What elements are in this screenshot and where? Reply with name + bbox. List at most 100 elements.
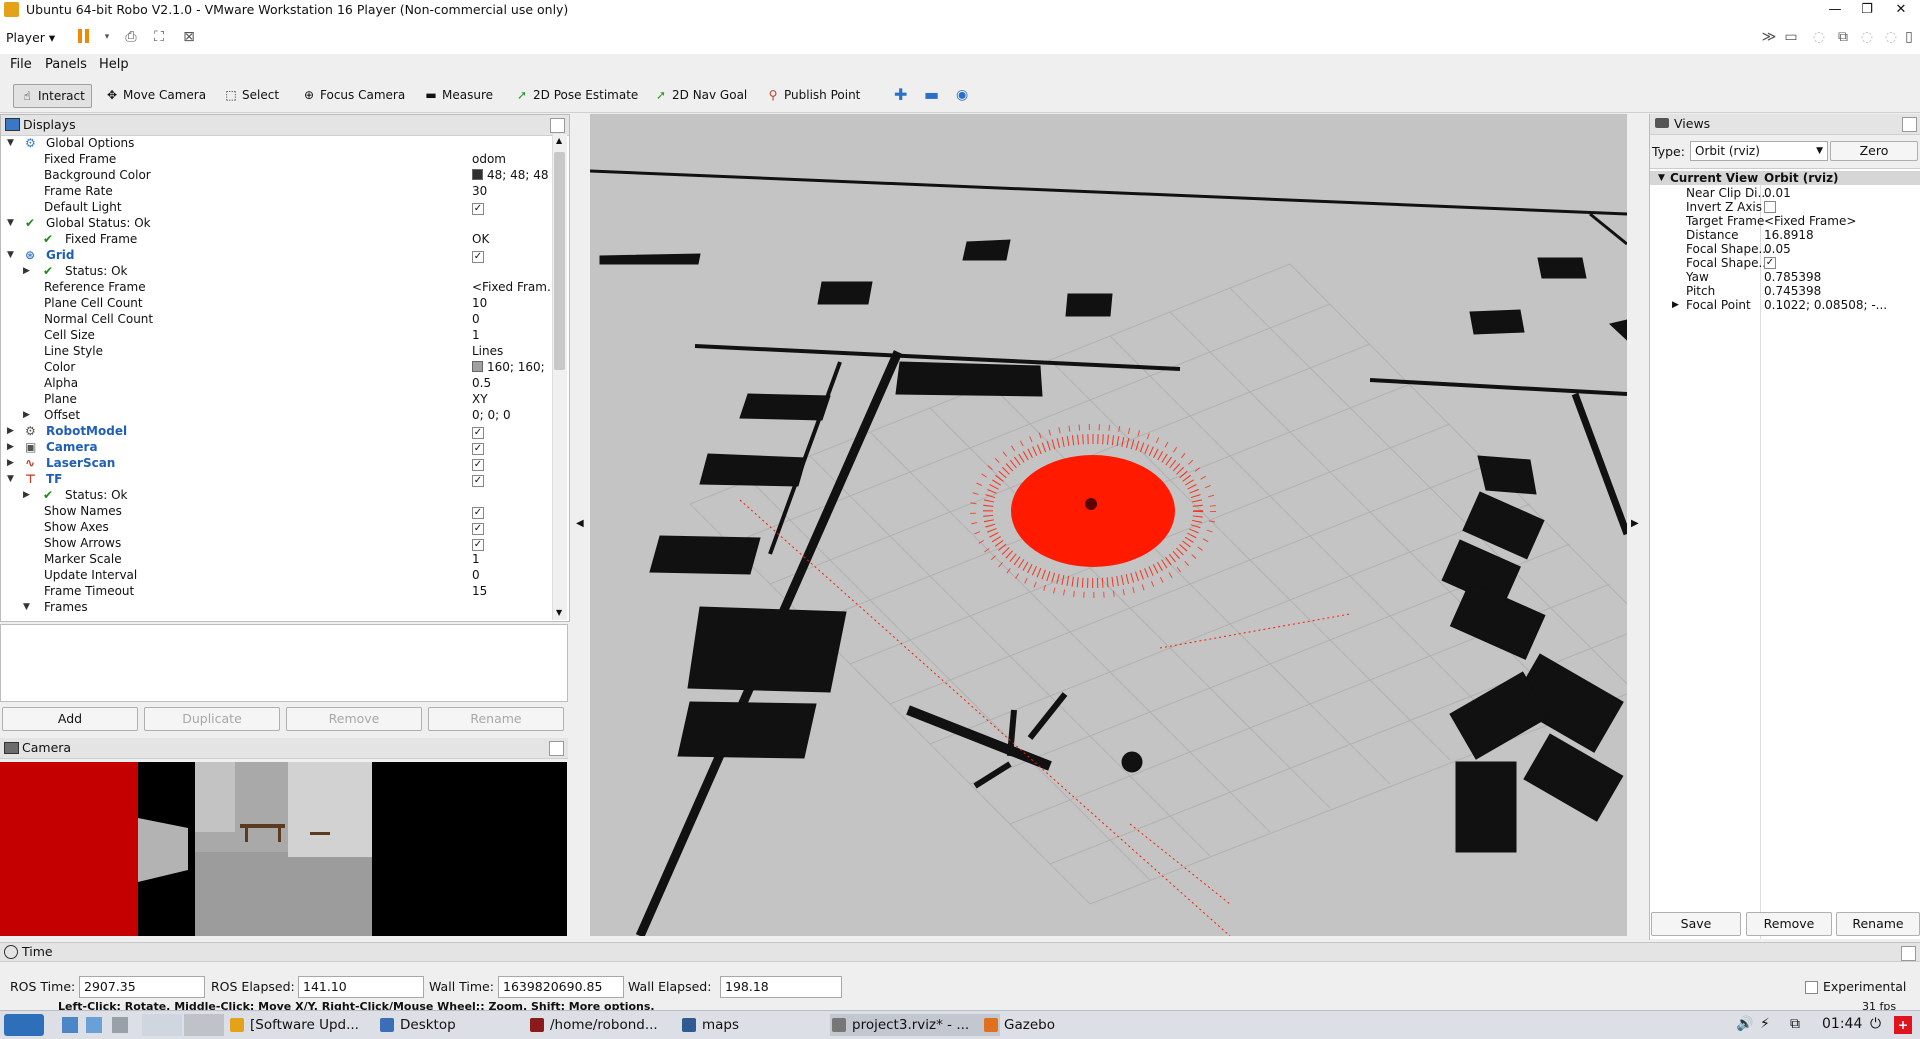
display-row[interactable]: Plane Cell Count 10 xyxy=(1,295,553,311)
collapse-arrow-icon[interactable]: ▼ xyxy=(23,599,33,615)
move-camera-tool[interactable]: ✥ Move Camera xyxy=(99,84,212,106)
expand-arrow-icon[interactable]: ▶ xyxy=(23,407,33,423)
collapse-arrow-icon[interactable]: ▼ xyxy=(7,471,17,487)
collapse-arrow-icon[interactable]: ▼ xyxy=(7,247,17,263)
rename-view-button[interactable]: Rename xyxy=(1836,912,1920,936)
view-property-row[interactable]: Near Clip Di... 0.01 xyxy=(1650,186,1920,200)
select-tool[interactable]: ⬚ Select xyxy=(218,84,285,106)
expand-arrow-icon[interactable]: ▶ xyxy=(7,439,17,455)
add-tool-icon[interactable]: ✚ xyxy=(888,84,913,106)
view-property-value[interactable]: 0.745398 xyxy=(1764,284,1821,298)
display-row[interactable]: ▶ ▣ Camera ✓ xyxy=(1,439,553,455)
view-type-select[interactable]: Orbit (rviz) ▼ xyxy=(1690,141,1828,161)
restore-icon[interactable]: ❐ xyxy=(1852,1,1882,19)
browser-icon[interactable] xyxy=(86,1017,102,1033)
view-property-row[interactable]: Invert Z Axis xyxy=(1650,200,1920,214)
display-row-value[interactable]: ✓ xyxy=(472,439,484,455)
display-row-value[interactable]: Lines xyxy=(472,343,503,359)
display-row[interactable]: Fixed Frame odom xyxy=(1,151,553,167)
enable-checkbox[interactable]: ✓ xyxy=(472,251,484,263)
task-rviz[interactable]: project3.rviz* - ... xyxy=(830,1014,1000,1036)
display-row-value[interactable]: 0 xyxy=(472,567,480,583)
dropdown-icon[interactable]: ▾ xyxy=(98,28,116,46)
display-row[interactable]: Plane XY xyxy=(1,391,553,407)
display-row-value[interactable]: 30 xyxy=(472,183,487,199)
display-row[interactable]: Marker Scale 1 xyxy=(1,551,553,567)
view-property-row[interactable]: Target Frame <Fixed Frame> xyxy=(1650,214,1920,228)
display-row-value[interactable]: ✓ xyxy=(472,471,484,487)
display-row-value[interactable]: ✓ xyxy=(472,535,484,551)
display-row-value[interactable]: 15 xyxy=(472,583,487,599)
display-row-value[interactable]: odom xyxy=(472,151,506,167)
task-software-updater[interactable]: [Software Upd... xyxy=(228,1014,359,1036)
send-keys-icon[interactable]: ⎙ xyxy=(122,28,140,46)
minimize-icon[interactable]: — xyxy=(1820,1,1850,19)
collapse-right-icon[interactable]: ▶ xyxy=(1631,518,1639,529)
unity-icon[interactable]: ⊠ xyxy=(180,28,198,46)
pause-icon[interactable] xyxy=(78,29,82,43)
ros-time-field[interactable]: 2907.35 xyxy=(79,976,205,998)
display-row[interactable]: Line Style Lines xyxy=(1,343,553,359)
panel-undock-icon[interactable] xyxy=(1901,946,1916,961)
view-property-value[interactable]: 0.05 xyxy=(1764,242,1791,256)
enable-checkbox[interactable]: ✓ xyxy=(472,523,484,535)
display-row[interactable]: ▼ ⚙ Global Options xyxy=(1,135,553,151)
display-row-value[interactable]: 0 xyxy=(472,311,480,327)
enable-checkbox[interactable]: ✓ xyxy=(472,203,484,215)
files-icon[interactable] xyxy=(62,1017,78,1033)
rename-display-button[interactable]: Rename xyxy=(428,707,564,731)
wall-time-field[interactable]: 1639820690.85 xyxy=(498,976,624,998)
display-row-value[interactable]: ✓ xyxy=(472,199,484,215)
forward-icon[interactable]: ≫ xyxy=(1760,28,1778,46)
display-row-value[interactable]: <Fixed Fram... xyxy=(472,279,553,295)
menu-file[interactable]: File xyxy=(10,57,32,72)
display-row[interactable]: Frame Rate 30 xyxy=(1,183,553,199)
left-splitter[interactable]: ◀ xyxy=(572,114,590,936)
view-property-row[interactable]: Focal Shape... 0.05 xyxy=(1650,242,1920,256)
display-row[interactable]: Reference Frame <Fixed Fram... xyxy=(1,279,553,295)
display-row[interactable]: ▼ ✔ Global Status: Ok xyxy=(1,215,553,231)
zero-button[interactable]: Zero xyxy=(1830,141,1918,161)
expand-arrow-icon[interactable]: ▶ xyxy=(7,423,17,439)
view-property-checkbox[interactable] xyxy=(1764,201,1776,213)
display-row[interactable]: Frame Timeout 15 xyxy=(1,583,553,599)
display-row[interactable]: ▶ ∿ LaserScan ✓ xyxy=(1,455,553,471)
display-row[interactable]: ▼ Frames xyxy=(1,599,553,615)
workspace-1[interactable] xyxy=(142,1014,182,1036)
experimental-checkbox[interactable] xyxy=(1805,981,1818,994)
display-row[interactable]: ▶ ✔ Status: Ok xyxy=(1,263,553,279)
tool-properties-icon[interactable]: ◉ xyxy=(950,84,974,106)
menu-help[interactable]: Help xyxy=(99,57,129,72)
display-row[interactable]: Show Axes ✓ xyxy=(1,519,553,535)
display-row-value[interactable]: 10 xyxy=(472,295,487,311)
view-property-value[interactable]: 16.8918 xyxy=(1764,228,1814,242)
view-property-row[interactable]: Focal Shape... ✓ xyxy=(1650,256,1920,270)
view-property-row[interactable]: Yaw 0.785398 xyxy=(1650,270,1920,284)
focus-camera-tool[interactable]: ⊕ Focus Camera xyxy=(296,84,411,106)
interact-tool[interactable]: ☝ Interact xyxy=(13,84,92,108)
display-row-value[interactable]: 0.5 xyxy=(472,375,491,391)
display-row[interactable]: Background Color 48; 48; 48 xyxy=(1,167,553,183)
expand-arrow-icon[interactable]: ▶ xyxy=(7,455,17,471)
view-property-row[interactable]: Pitch 0.745398 xyxy=(1650,284,1920,298)
duplicate-display-button[interactable]: Duplicate xyxy=(144,707,280,731)
display-row-value[interactable]: OK xyxy=(472,231,489,247)
task-gazebo[interactable]: Gazebo xyxy=(982,1014,1055,1036)
current-view-row[interactable]: ▼ Current View Orbit (rviz) xyxy=(1650,171,1920,185)
view-property-value[interactable]: 0.01 xyxy=(1764,186,1791,200)
add-display-button[interactable]: Add xyxy=(2,707,138,731)
enable-checkbox[interactable]: ✓ xyxy=(472,427,484,439)
device-icon[interactable]: ◌ xyxy=(1810,28,1828,46)
task-maps[interactable]: maps xyxy=(680,1014,739,1036)
publish-point-tool[interactable]: ⚲ Publish Point xyxy=(760,84,866,106)
remove-view-button[interactable]: Remove xyxy=(1746,912,1832,936)
right-splitter[interactable]: ▶ xyxy=(1627,114,1647,936)
task-desktop[interactable]: Desktop xyxy=(378,1014,456,1036)
remove-display-button[interactable]: Remove xyxy=(286,707,422,731)
usb-icon[interactable]: ◌ xyxy=(1858,28,1876,46)
enable-checkbox[interactable]: ✓ xyxy=(472,507,484,519)
view-property-value[interactable]: 0.1022; 0.08508; -... xyxy=(1764,298,1887,312)
volume-icon[interactable]: 🔊 xyxy=(1736,1016,1753,1032)
pose-estimate-tool[interactable]: ➚ 2D Pose Estimate xyxy=(509,84,644,106)
enable-checkbox[interactable]: ✓ xyxy=(472,459,484,471)
